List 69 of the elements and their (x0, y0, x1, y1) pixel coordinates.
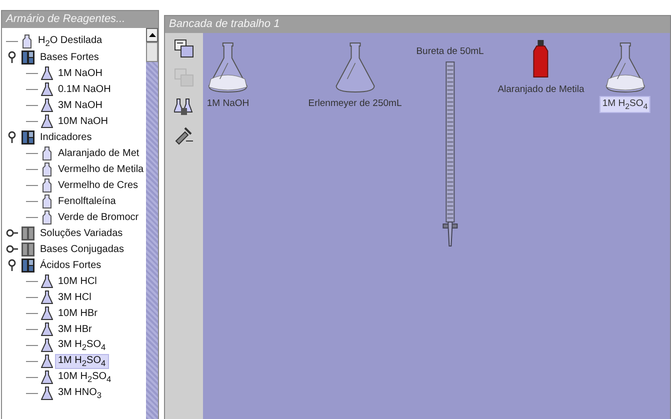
flask-icon (41, 306, 53, 320)
bottle-icon (41, 210, 53, 224)
tree-item[interactable]: 3M H$_{2}$SO$_{4}$ (56, 338, 108, 352)
flask-icon (41, 274, 53, 288)
bottle-icon (41, 146, 53, 160)
panel-title: Bancada de trabalho 1 (165, 16, 670, 33)
flask-icon[interactable] (335, 41, 375, 93)
item-label[interactable]: 1M H$_{2}$SO$_{4}$ (600, 97, 650, 112)
tree-item[interactable]: Fenolftaleína (56, 196, 118, 206)
item-label[interactable]: Alaranjado de Metila (496, 83, 586, 96)
flask-icon (41, 290, 53, 304)
bottle-icon (41, 162, 53, 176)
tree-item[interactable]: Soluções Variadas (38, 228, 125, 238)
tree-item[interactable]: 3M NaOH (56, 100, 104, 110)
flask-icon (41, 82, 53, 96)
item-label[interactable]: Erlenmeyer de 250mL (306, 97, 404, 110)
tree-item[interactable]: 3M HNO$_{3}$ (56, 386, 104, 400)
flask-icon (41, 386, 53, 400)
flask-icon[interactable] (605, 41, 645, 93)
flask-icon (41, 114, 53, 128)
tree-item[interactable]: 10M HBr (56, 308, 100, 318)
tree-item[interactable]: Vermelho de Metila (56, 164, 146, 174)
tree-item[interactable]: 1M NaOH (56, 68, 104, 78)
bottle-icon[interactable] (532, 39, 550, 79)
item-label[interactable]: 1M NaOH (204, 97, 252, 110)
item-label[interactable]: Bureta de 50mL (414, 45, 486, 58)
copy-icon[interactable] (174, 39, 194, 58)
tree-item[interactable]: H$_{2}$O Destilada (36, 34, 104, 48)
flask-icon (41, 98, 53, 112)
glassware-icon[interactable] (174, 97, 194, 116)
collapse-handle-icon[interactable] (6, 259, 18, 271)
scroll-up-button[interactable] (146, 28, 158, 42)
tree-item[interactable]: 10M NaOH (56, 116, 110, 126)
tools-icon[interactable] (174, 126, 194, 145)
flask-icon[interactable] (208, 41, 248, 93)
tree-item[interactable]: Indicadores (38, 132, 94, 142)
flask-icon (41, 338, 53, 352)
tree-item[interactable]: 0.1M NaOH (56, 84, 113, 94)
cabinet-icon (21, 226, 35, 240)
tree-item[interactable]: Vermelho de Cres (56, 180, 140, 190)
tree-item[interactable]: Bases Fortes (38, 52, 101, 62)
cabinet-icon (21, 50, 35, 64)
flask-icon (41, 322, 53, 336)
scroll-thumb[interactable] (146, 42, 158, 62)
collapse-handle-icon[interactable] (6, 51, 18, 63)
flask-icon (41, 354, 53, 368)
panel-title: Armário de Reagentes... (2, 11, 158, 28)
scrollbar[interactable] (146, 28, 158, 419)
tree-item[interactable]: Bases Conjugadas (38, 244, 126, 254)
bottle-icon (41, 194, 53, 208)
tree-item[interactable]: Alaranjado de Met (56, 148, 142, 158)
arrow-up-icon (148, 33, 156, 37)
cabinet-icon (21, 242, 35, 256)
tree-item[interactable]: Ácidos Fortes (38, 260, 104, 270)
bottle-icon (41, 178, 53, 192)
tree-item[interactable]: 10M HCl (56, 276, 99, 286)
collapse-handle-icon[interactable] (6, 131, 18, 143)
expand-handle-icon[interactable] (6, 243, 18, 255)
cabinet-icon (21, 130, 35, 144)
tree-item[interactable]: 10M H$_{2}$SO$_{4}$ (56, 370, 114, 384)
cabinet-icon (21, 258, 35, 272)
tree-item[interactable]: 1M H$_{2}$SO$_{4}$ (56, 354, 108, 368)
flask-icon (41, 370, 53, 384)
tree-item[interactable]: 3M HBr (56, 324, 94, 334)
bottle-icon (21, 34, 33, 48)
tree-item[interactable]: Verde de Bromocr (56, 212, 141, 222)
expand-handle-icon[interactable] (6, 227, 18, 239)
flask-icon (41, 66, 53, 80)
tree-item[interactable]: 3M HCl (56, 292, 94, 302)
